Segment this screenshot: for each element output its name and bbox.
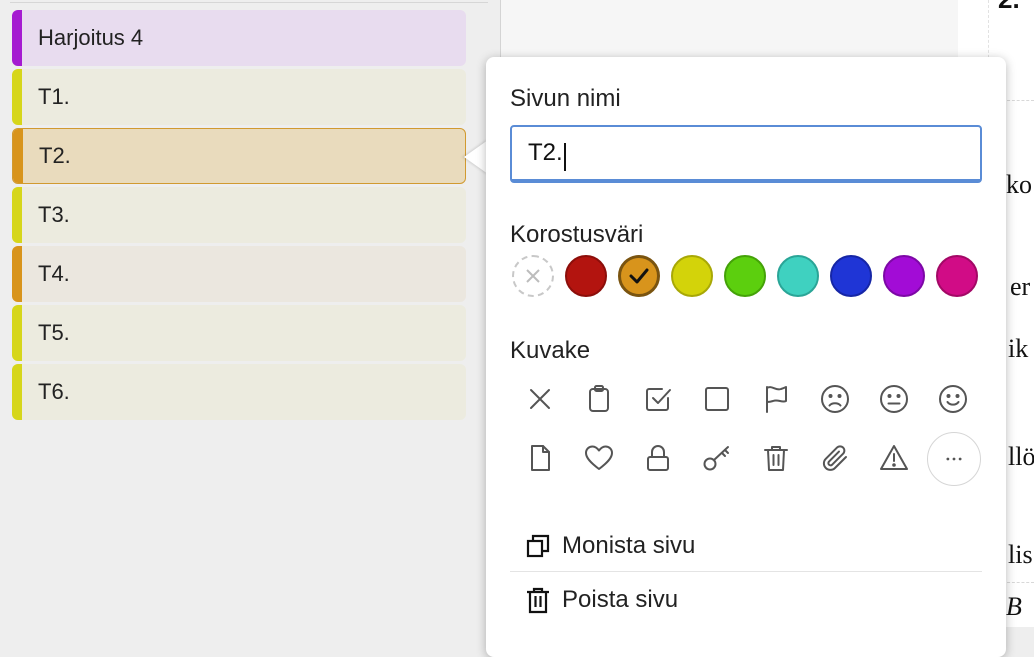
page-color-bar <box>12 187 22 243</box>
icon-option-lock[interactable] <box>633 433 683 483</box>
document-text-fragment: B <box>1006 592 1022 621</box>
file-icon <box>531 445 550 471</box>
action-divider <box>510 571 982 572</box>
color-swatch-yellow[interactable] <box>671 255 713 297</box>
highlight-color-title: Korostusväri <box>510 221 644 248</box>
duplicate-page-button[interactable]: Monista sivu <box>510 522 982 570</box>
page-item-label: T3. <box>38 202 70 227</box>
page-name-input[interactable] <box>510 125 982 183</box>
document-text-fragment: er <box>1010 272 1031 301</box>
delete-page-button[interactable]: Poista sivu <box>510 576 982 624</box>
document-text-fragment: lis <box>1008 540 1033 569</box>
checkmark-icon <box>629 268 649 284</box>
duplicate-page-label: Monista sivu <box>562 532 696 559</box>
checkbox-empty-icon <box>705 387 729 411</box>
icon-option-clipboard[interactable] <box>574 374 624 424</box>
delete-page-label: Poista sivu <box>562 586 679 613</box>
document-text-fragment: 2. <box>998 0 1020 15</box>
page-item-label: Harjoitus 4 <box>38 25 144 50</box>
key-icon <box>703 446 729 471</box>
page-item-label: T6. <box>38 379 70 404</box>
page-item-t5[interactable]: T5. <box>12 305 466 361</box>
clipboard-icon <box>589 385 609 412</box>
page-item-t6[interactable]: T6. <box>12 364 466 420</box>
color-swatch-orange[interactable] <box>618 255 660 297</box>
document-text-fragment: llö <box>1008 442 1034 471</box>
document-text-fragment: ko <box>1006 170 1032 199</box>
color-swatch-purple[interactable] <box>883 255 925 297</box>
page-list-sidebar: Harjoitus 4 T1. T2. T3. T4. T5. T6. <box>0 0 500 627</box>
page-item-t4[interactable]: T4. <box>12 246 466 302</box>
icon-option-warning[interactable] <box>869 433 919 483</box>
warning-icon <box>880 445 908 470</box>
icon-option-more[interactable] <box>927 432 981 486</box>
icon-option-file[interactable] <box>515 433 565 483</box>
page-color-bar <box>12 364 22 420</box>
page-item-t1[interactable]: T1. <box>12 69 466 125</box>
duplicate-icon <box>526 534 550 558</box>
page-item-t3[interactable]: T3. <box>12 187 466 243</box>
icon-option-smile-face[interactable] <box>928 374 978 424</box>
icon-option-checkbox-empty[interactable] <box>692 374 742 424</box>
page-color-bar <box>12 10 22 66</box>
color-swatch-magenta[interactable] <box>936 255 978 297</box>
icon-option-paperclip[interactable] <box>810 433 860 483</box>
page-item-t2[interactable]: T2. <box>12 128 466 184</box>
page-item-label: T4. <box>38 261 70 286</box>
smile-face-icon <box>939 385 967 413</box>
color-swatch-green[interactable] <box>724 255 766 297</box>
trash-icon <box>527 587 549 614</box>
checkbox-checked-icon <box>646 388 671 411</box>
more-icon <box>946 457 962 461</box>
icon-option-heart[interactable] <box>574 433 624 483</box>
icon-option-checkbox-checked[interactable] <box>633 374 683 424</box>
color-swatch-blue[interactable] <box>830 255 872 297</box>
x-icon <box>530 389 550 409</box>
color-swatch-none[interactable] <box>512 255 554 297</box>
page-item-label: T2. <box>39 143 71 168</box>
icon-option-sad-face[interactable] <box>810 374 860 424</box>
page-color-bar <box>13 129 23 183</box>
icon-section-title: Kuvake <box>510 337 591 364</box>
sad-face-icon <box>821 385 849 413</box>
icon-option-none[interactable] <box>515 374 565 424</box>
page-color-bar <box>12 305 22 361</box>
page-settings-popup: Sivun nimi Korostusväri Kuvake <box>486 57 1006 657</box>
page-item-harjoitus-4[interactable]: Harjoitus 4 <box>12 10 466 66</box>
icon-option-neutral-face[interactable] <box>869 374 919 424</box>
page-item-label: T1. <box>38 84 70 109</box>
page-color-bar <box>12 69 22 125</box>
paperclip-icon <box>822 445 847 471</box>
neutral-face-icon <box>880 385 908 413</box>
x-icon <box>526 269 540 283</box>
page-name-title: Sivun nimi <box>510 85 621 112</box>
icon-option-trash[interactable] <box>751 433 801 483</box>
icon-option-flag[interactable] <box>751 374 801 424</box>
color-swatch-red[interactable] <box>565 255 607 297</box>
document-text-fragment: ik <box>1008 334 1029 363</box>
lock-icon <box>647 445 669 471</box>
popup-pointer <box>464 140 488 174</box>
color-swatch-turquoise[interactable] <box>777 255 819 297</box>
heart-icon <box>585 445 613 470</box>
icon-option-key[interactable] <box>692 433 742 483</box>
flag-icon <box>766 386 787 413</box>
page-item-label: T5. <box>38 320 70 345</box>
sidebar-top-divider <box>10 2 488 3</box>
trash-icon <box>764 446 788 471</box>
page-color-bar <box>12 246 22 302</box>
text-caret <box>564 143 566 171</box>
